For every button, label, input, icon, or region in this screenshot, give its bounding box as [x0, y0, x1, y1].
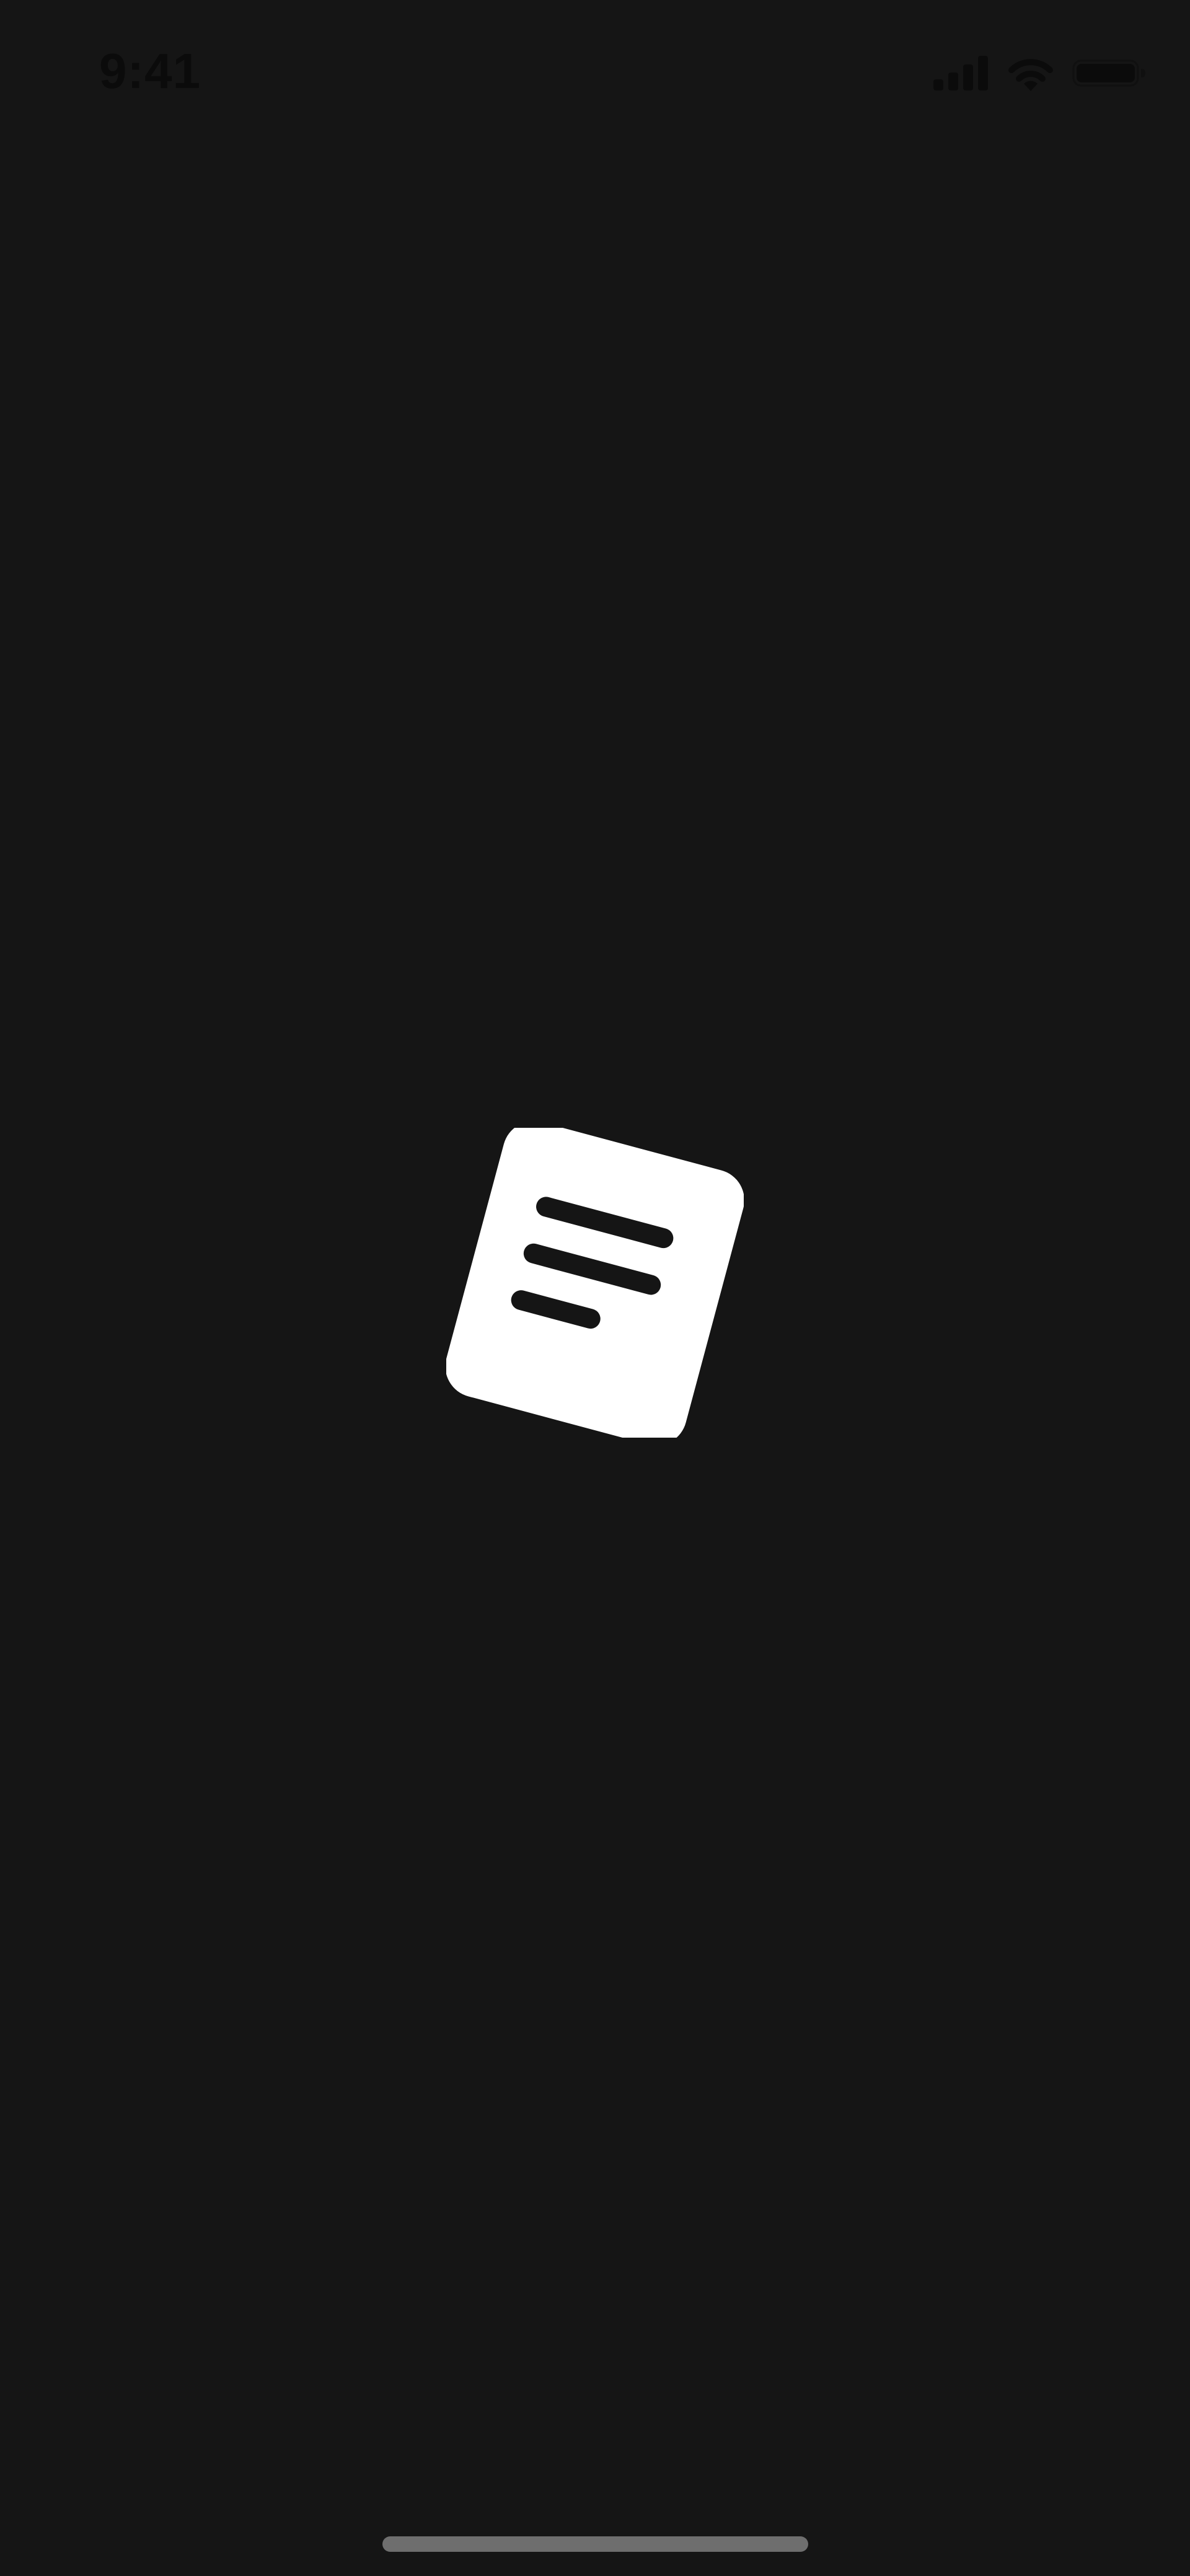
battery-icon	[1072, 59, 1147, 87]
document-notes-icon	[446, 1128, 744, 1438]
cellular-signal-icon	[933, 56, 989, 90]
splash-screen: 9:41	[0, 0, 1190, 2576]
status-time: 9:41	[99, 43, 201, 99]
status-icons	[933, 50, 1147, 97]
home-indicator[interactable]	[382, 2536, 808, 2552]
status-bar: 9:41	[0, 0, 1190, 149]
wifi-icon	[1007, 55, 1055, 91]
app-logo	[446, 1128, 744, 1438]
